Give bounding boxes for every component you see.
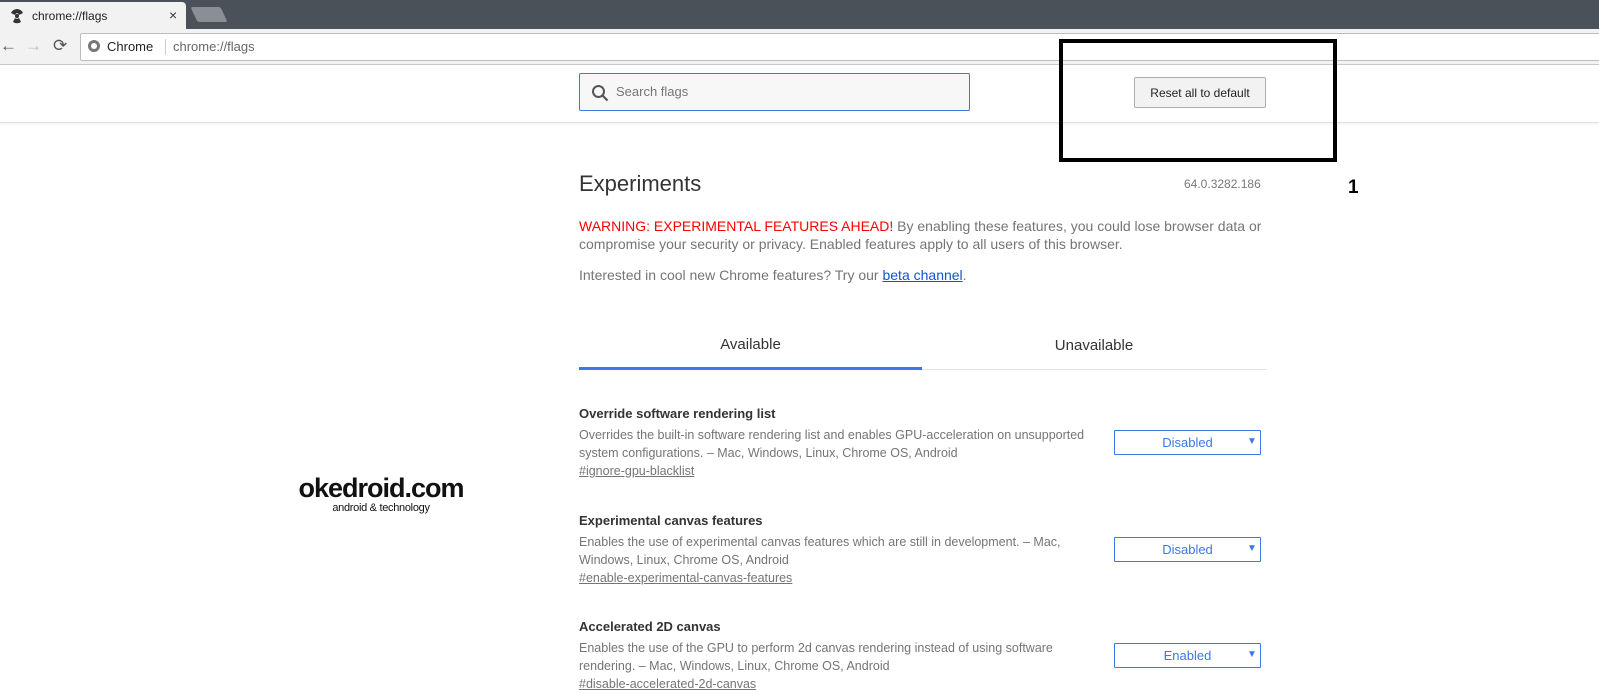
flag-item: Experimental canvas features Enables the… xyxy=(579,513,1269,585)
flag-description: Enables the use of the GPU to perform 2d… xyxy=(579,641,1053,673)
browser-toolbar: ← → ⟳ Chrome chrome://flags xyxy=(0,29,1599,65)
tab-available[interactable]: Available xyxy=(579,332,922,370)
page-title: Experiments xyxy=(579,171,702,196)
flag-anchor-link[interactable]: #enable-experimental-canvas-features xyxy=(579,571,1269,585)
address-bar-url[interactable]: chrome://flags xyxy=(173,39,255,54)
browser-tab[interactable]: chrome://flags × xyxy=(0,2,186,29)
watermark-tagline: android & technology xyxy=(332,502,430,514)
tab-title: chrome://flags xyxy=(32,9,108,23)
watermark-logo: okedroid.com android & technology xyxy=(298,474,464,514)
search-box[interactable] xyxy=(579,73,970,111)
flag-state-select[interactable]: Enabled xyxy=(1114,643,1261,668)
flag-name: Experimental canvas features xyxy=(579,513,763,528)
reload-icon[interactable]: ⟳ xyxy=(53,37,67,54)
tab-unavailable[interactable]: Unavailable xyxy=(922,333,1266,370)
flag-description: Enables the use of experimental canvas f… xyxy=(579,535,1061,567)
new-tab-button[interactable] xyxy=(190,7,228,22)
watermark-brand: okedroid.com xyxy=(298,473,464,503)
back-icon[interactable]: ← xyxy=(0,37,17,54)
annotation-highlight-box xyxy=(1059,39,1337,162)
flag-name: Override software rendering list xyxy=(579,406,776,421)
chrome-icon xyxy=(88,40,100,52)
flag-item: Accelerated 2D canvas Enables the use of… xyxy=(579,619,1269,691)
flag-item: Override software rendering list Overrid… xyxy=(579,406,1269,478)
flag-name: Accelerated 2D canvas xyxy=(579,619,721,634)
beta-prefix: Interested in cool new Chrome features? … xyxy=(579,267,883,283)
address-bar-origin: Chrome xyxy=(107,39,154,54)
warning-text: WARNING: EXPERIMENTAL FEATURES AHEAD! By… xyxy=(579,217,1269,253)
tab-close-icon[interactable]: × xyxy=(169,7,177,23)
beta-promo: Interested in cool new Chrome features? … xyxy=(579,267,967,283)
flag-anchor-link[interactable]: #ignore-gpu-blacklist xyxy=(579,464,1269,478)
flags-icon xyxy=(11,9,23,24)
version-label: 64.0.3282.186 xyxy=(1184,177,1261,191)
tab-strip: chrome://flags × xyxy=(0,0,1599,29)
annotation-number: 1 xyxy=(1348,177,1359,198)
search-input[interactable] xyxy=(614,83,958,100)
search-icon xyxy=(592,85,609,102)
flag-anchor-link[interactable]: #disable-accelerated-2d-canvas xyxy=(579,677,1269,691)
address-bar-divider xyxy=(165,39,166,55)
beta-suffix: . xyxy=(962,267,967,283)
flag-description: Overrides the built-in software renderin… xyxy=(579,428,1085,460)
beta-channel-link[interactable]: beta channel xyxy=(882,267,962,283)
warning-heading: WARNING: EXPERIMENTAL FEATURES AHEAD! xyxy=(579,218,894,234)
forward-icon[interactable]: → xyxy=(25,37,42,54)
flag-state-select[interactable]: Disabled xyxy=(1114,537,1261,562)
address-bar[interactable]: Chrome chrome://flags xyxy=(80,33,1599,61)
flag-state-select[interactable]: Disabled xyxy=(1114,430,1261,455)
